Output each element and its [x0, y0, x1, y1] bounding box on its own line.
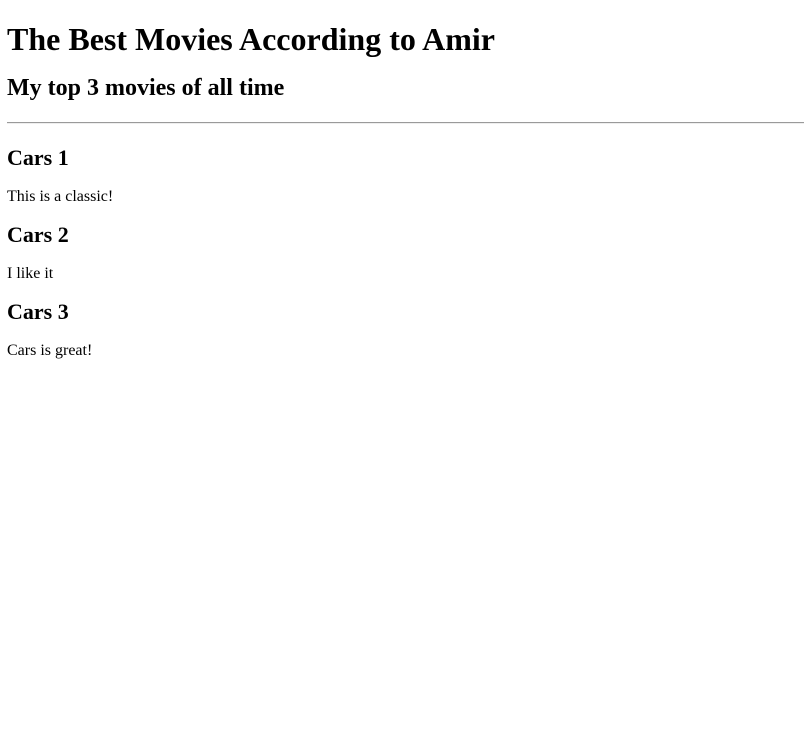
movie-item: Cars 2 I like it — [7, 206, 804, 283]
movie-list: Cars 1 This is a classic! Cars 2 I like … — [7, 124, 804, 360]
page-title: The Best Movies According to Amir — [7, 21, 495, 57]
movie-description: Cars is great! — [7, 342, 93, 359]
page-subtitle: My top 3 movies of all time — [7, 75, 285, 101]
movie-title: Cars 1 — [7, 145, 69, 170]
movie-description: This is a classic! — [7, 188, 114, 205]
movie-description: I like it — [7, 265, 54, 282]
movie-title: Cars 3 — [7, 299, 69, 324]
movie-item: Cars 3 Cars is great! — [7, 283, 804, 360]
movie-item: Cars 1 This is a classic! — [7, 124, 804, 206]
movie-title: Cars 2 — [7, 222, 69, 247]
page-body: The Best Movies According to Amir My top… — [0, 0, 811, 731]
